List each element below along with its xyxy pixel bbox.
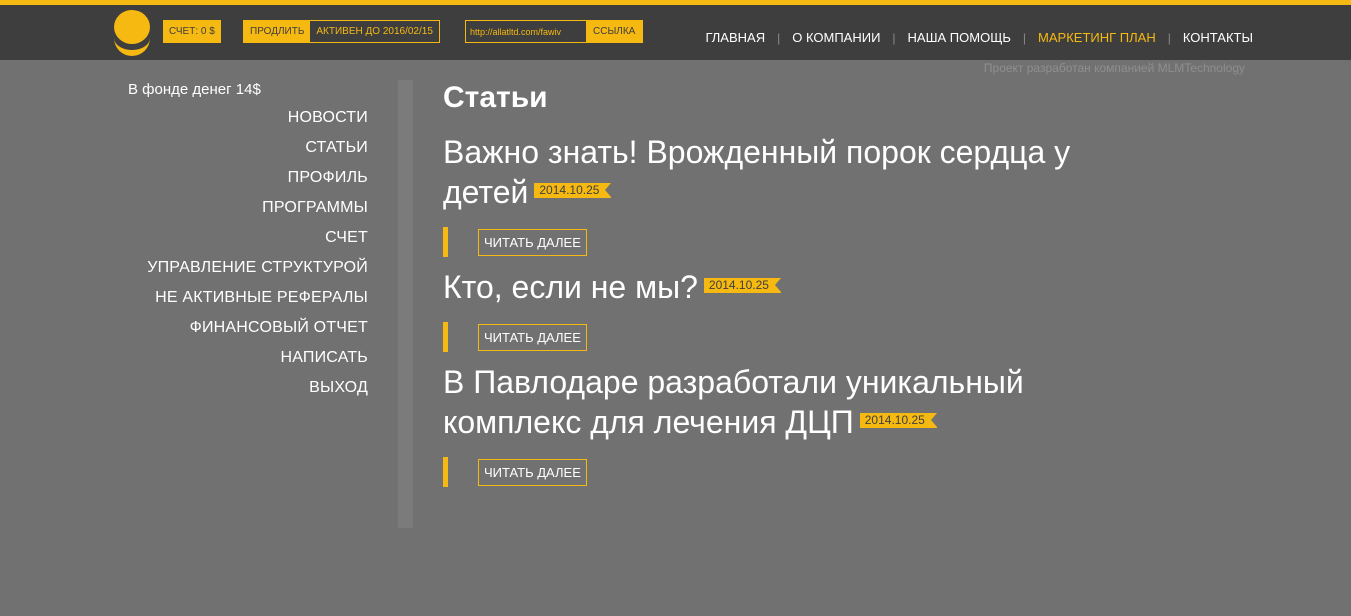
active-until-text: АКТИВЕН ДО 2016/02/15 xyxy=(316,26,433,37)
sidebar-item-news[interactable]: НОВОСТИ xyxy=(147,103,368,133)
sidebar-item-structure[interactable]: УПРАВЛЕНИЕ СТРУКТУРОЙ xyxy=(147,253,368,283)
read-more-button[interactable]: ЧИТАТЬ ДАЛЕЕ xyxy=(478,229,587,256)
referral-link-input[interactable] xyxy=(466,21,586,42)
sidebar-item-inactive-referrals[interactable]: НЕ АКТИВНЫЕ РЕФЕРАЛЫ xyxy=(147,283,368,313)
page-title: Статьи xyxy=(443,81,548,114)
article-title-text[interactable]: Важно знать! Врожденный порок сердца у д… xyxy=(443,134,1070,210)
article-title-text[interactable]: Кто, если не мы? xyxy=(443,269,698,305)
account-balance-badge: СЧЕТ: 0 $ xyxy=(163,20,221,43)
article-date-badge: 2014.10.25 xyxy=(859,413,937,429)
read-more-row: ЧИТАТЬ ДАЛЕЕ xyxy=(443,322,1143,352)
accent-bar xyxy=(443,322,448,352)
sidebar-item-programs[interactable]: ПРОГРАММЫ xyxy=(147,193,368,223)
developer-credit[interactable]: Проект разработан компанией MLMTechnolog… xyxy=(984,61,1245,75)
article-title[interactable]: Важно знать! Врожденный порок сердца у д… xyxy=(443,132,1143,212)
read-more-row: ЧИТАТЬ ДАЛЕЕ xyxy=(443,227,1143,257)
accent-bar xyxy=(443,457,448,487)
topnav-separator: | xyxy=(1167,30,1171,45)
article-title-text[interactable]: В Павлодаре разработали уникальный компл… xyxy=(443,364,1024,440)
accent-bar xyxy=(443,227,448,257)
sidebar-navigation: НОВОСТИ СТАТЬИ ПРОФИЛЬ ПРОГРАММЫ СЧЕТ УП… xyxy=(147,103,368,403)
article-item: Кто, если не мы? 2014.10.25 ЧИТАТЬ ДАЛЕЕ xyxy=(443,267,1143,352)
topnav-contacts[interactable]: КОНТАКТЫ xyxy=(1183,30,1253,45)
article-title[interactable]: Кто, если не мы? 2014.10.25 xyxy=(443,267,1143,307)
read-more-row: ЧИТАТЬ ДАЛЕЕ xyxy=(443,457,1143,487)
topnav-separator: | xyxy=(1022,30,1027,45)
topnav-about[interactable]: О КОМПАНИИ xyxy=(792,30,880,45)
subscription-box: ПРОДЛИТЬ АКТИВЕН ДО 2016/02/15 xyxy=(243,20,440,43)
sidebar-item-logout[interactable]: ВЫХОД xyxy=(147,373,368,403)
extend-button[interactable]: ПРОДЛИТЬ xyxy=(244,21,311,42)
read-more-button[interactable]: ЧИТАТЬ ДАЛЕЕ xyxy=(478,459,587,486)
article-item: Важно знать! Врожденный порок сердца у д… xyxy=(443,132,1143,257)
article-title[interactable]: В Павлодаре разработали уникальный компл… xyxy=(443,362,1143,442)
topnav-separator: | xyxy=(777,30,781,45)
sidebar-item-articles[interactable]: СТАТЬИ xyxy=(147,133,368,163)
read-more-button[interactable]: ЧИТАТЬ ДАЛЕЕ xyxy=(478,324,587,351)
logo-smile xyxy=(114,30,150,56)
fund-balance-text: В фонде денег 14$ xyxy=(128,81,261,98)
main-content: Статьи Важно знать! Врожденный порок сер… xyxy=(443,78,1143,497)
column-divider xyxy=(398,80,413,528)
article-date-badge: 2014.10.25 xyxy=(703,278,782,294)
referral-link-box: ССЫЛКА xyxy=(465,20,644,43)
sidebar-item-account[interactable]: СЧЕТ xyxy=(147,223,368,253)
sidebar-item-write[interactable]: НАПИСАТЬ xyxy=(147,343,368,373)
sidebar-item-financial-report[interactable]: ФИНАНСОВЫЙ ОТЧЕТ xyxy=(147,313,368,343)
topnav-home[interactable]: ГЛАВНАЯ xyxy=(705,30,765,45)
referral-link-button[interactable]: ССЫЛКА xyxy=(586,21,643,42)
smiley-logo-icon[interactable] xyxy=(113,10,151,58)
topnav-help[interactable]: НАША ПОМОЩЬ xyxy=(908,30,1011,45)
topnav-marketing-plan[interactable]: МАРКЕТИНГ ПЛАН xyxy=(1038,30,1156,45)
article-item: В Павлодаре разработали уникальный компл… xyxy=(443,362,1143,487)
top-navigation: ГЛАВНАЯ | О КОМПАНИИ | НАША ПОМОЩЬ | МАР… xyxy=(705,10,1253,65)
header-bar: СЧЕТ: 0 $ ПРОДЛИТЬ АКТИВЕН ДО 2016/02/15… xyxy=(0,5,1351,60)
topnav-separator: | xyxy=(892,30,896,45)
article-date-badge: 2014.10.25 xyxy=(534,183,612,199)
sidebar-item-profile[interactable]: ПРОФИЛЬ xyxy=(147,163,368,193)
